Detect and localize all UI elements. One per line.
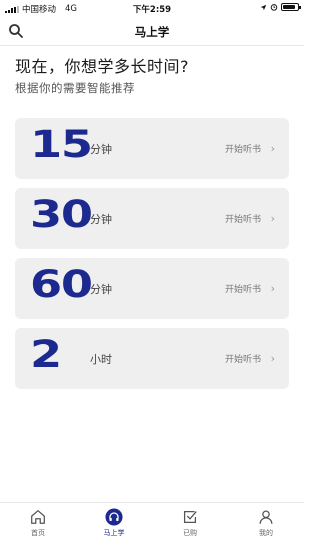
tab-bar: 首页 马上学 已购 我的 [0,502,304,540]
chevron-right-icon: › [270,212,275,225]
chevron-right-icon: › [270,352,275,365]
tab-label: 马上学 [103,529,125,537]
duration-list: 15 分钟 开始听书 › 30 分钟 开始听书 › 60 分钟 开始听书 › 2… [15,118,289,398]
chevron-right-icon: › [270,282,275,295]
alarm-icon [270,4,278,11]
duration-card-60[interactable]: 60 分钟 开始听书 › [15,258,289,319]
duration-unit: 分钟 [90,283,112,296]
start-listening-link[interactable]: 开始听书 [225,212,261,225]
battery-icon [281,3,301,11]
tab-label: 已购 [183,529,197,537]
start-listening-link[interactable]: 开始听书 [225,142,261,155]
nav-bar: 马上学 [0,16,304,46]
duration-number: 30 [30,193,93,236]
duration-number: 15 [30,123,93,166]
chevron-right-icon: › [270,142,275,155]
tab-learn-now[interactable]: 马上学 [76,503,152,540]
duration-unit: 分钟 [90,213,112,226]
duration-unit: 小时 [90,353,112,366]
duration-unit: 分钟 [90,143,112,156]
tab-label: 我的 [259,529,273,537]
tab-purchased[interactable]: 已购 [152,503,228,540]
status-bar: 中国移动 4G 下午2:59 [0,0,304,16]
checkbox-icon [183,510,197,524]
duration-card-30[interactable]: 30 分钟 开始听书 › [15,188,289,249]
start-listening-link[interactable]: 开始听书 [225,282,261,295]
duration-number: 2 [30,333,62,376]
person-icon [259,510,273,524]
tab-label: 首页 [31,529,45,537]
status-time: 下午2:59 [132,5,172,15]
home-icon [31,510,45,524]
tab-mine[interactable]: 我的 [228,503,304,540]
prompt-heading: 现在，你想学多长时间? [15,57,189,76]
prompt-subheading: 根据你的需要智能推荐 [15,81,135,95]
duration-number: 60 [30,263,93,306]
duration-card-2h[interactable]: 2 小时 开始听书 › [15,328,289,389]
tab-home[interactable]: 首页 [0,503,76,540]
start-listening-link[interactable]: 开始听书 [225,352,261,365]
headphones-icon [105,508,123,526]
location-icon [260,4,267,10]
duration-card-15[interactable]: 15 分钟 开始听书 › [15,118,289,179]
page-title: 马上学 [134,25,170,39]
